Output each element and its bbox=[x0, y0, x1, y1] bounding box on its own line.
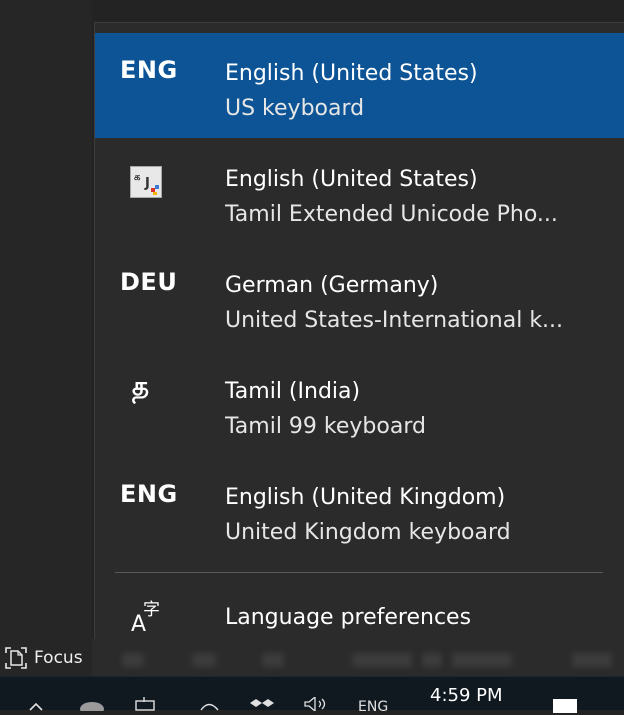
language-option-english-us[interactable]: ENG English (United States) US keyboard bbox=[95, 33, 624, 138]
divider bbox=[115, 572, 603, 573]
keyboard-layout: United Kingdom keyboard bbox=[225, 520, 511, 545]
language-option-english-uk[interactable]: ENG English (United Kingdom) United King… bbox=[95, 457, 624, 562]
ime-keyboard-icon: க J bbox=[130, 166, 162, 198]
focus-label: Focus bbox=[34, 647, 83, 668]
svg-text:字: 字 bbox=[143, 600, 160, 620]
language-name: English (United Kingdom) bbox=[225, 485, 506, 510]
keyboard-layout: US keyboard bbox=[225, 96, 365, 121]
tamil-language-glyph: த bbox=[132, 372, 150, 402]
input-language-flyout: ENG English (United States) US keyboard … bbox=[94, 22, 624, 639]
taskbar: ENG 4:59 PM bbox=[0, 676, 624, 715]
language-code: DEU bbox=[120, 268, 178, 296]
language-option-german[interactable]: DEU German (Germany) United States-Inter… bbox=[95, 245, 624, 350]
clock[interactable]: 4:59 PM bbox=[430, 685, 503, 706]
language-name: English (United States) bbox=[225, 167, 478, 192]
language-option-tamil[interactable]: த Tamil (India) Tamil 99 keyboard bbox=[95, 351, 624, 456]
language-name: German (Germany) bbox=[225, 273, 439, 298]
language-preferences-label: Language preferences bbox=[225, 605, 472, 630]
svg-text:J: J bbox=[144, 176, 150, 191]
focus-button[interactable]: Focus bbox=[0, 639, 92, 676]
language-code: ENG bbox=[120, 56, 178, 84]
background-panel bbox=[0, 0, 92, 676]
language-preferences-icon: A 字 bbox=[131, 600, 160, 637]
notifications-icon[interactable] bbox=[553, 699, 577, 713]
chevron-up-icon[interactable] bbox=[28, 701, 44, 711]
blurred-toolbar bbox=[92, 639, 624, 676]
language-preferences-link[interactable]: A 字 Language preferences bbox=[95, 595, 624, 640]
keyboard-layout: United States-International k... bbox=[225, 308, 564, 333]
language-code: ENG bbox=[120, 480, 178, 508]
language-name: English (United States) bbox=[225, 61, 478, 86]
onedrive-icon[interactable] bbox=[78, 699, 104, 711]
keyboard-layout: Tamil 99 keyboard bbox=[225, 414, 426, 439]
input-indicator[interactable]: ENG bbox=[358, 699, 388, 715]
svg-text:க: க bbox=[134, 172, 141, 183]
language-option-english-us-tamil-phonetic[interactable]: க J English (United States) Tamil Extend… bbox=[95, 139, 624, 244]
focus-icon bbox=[5, 646, 27, 669]
keyboard-layout: Tamil Extended Unicode Pho... bbox=[225, 202, 558, 227]
language-name: Tamil (India) bbox=[225, 379, 361, 404]
